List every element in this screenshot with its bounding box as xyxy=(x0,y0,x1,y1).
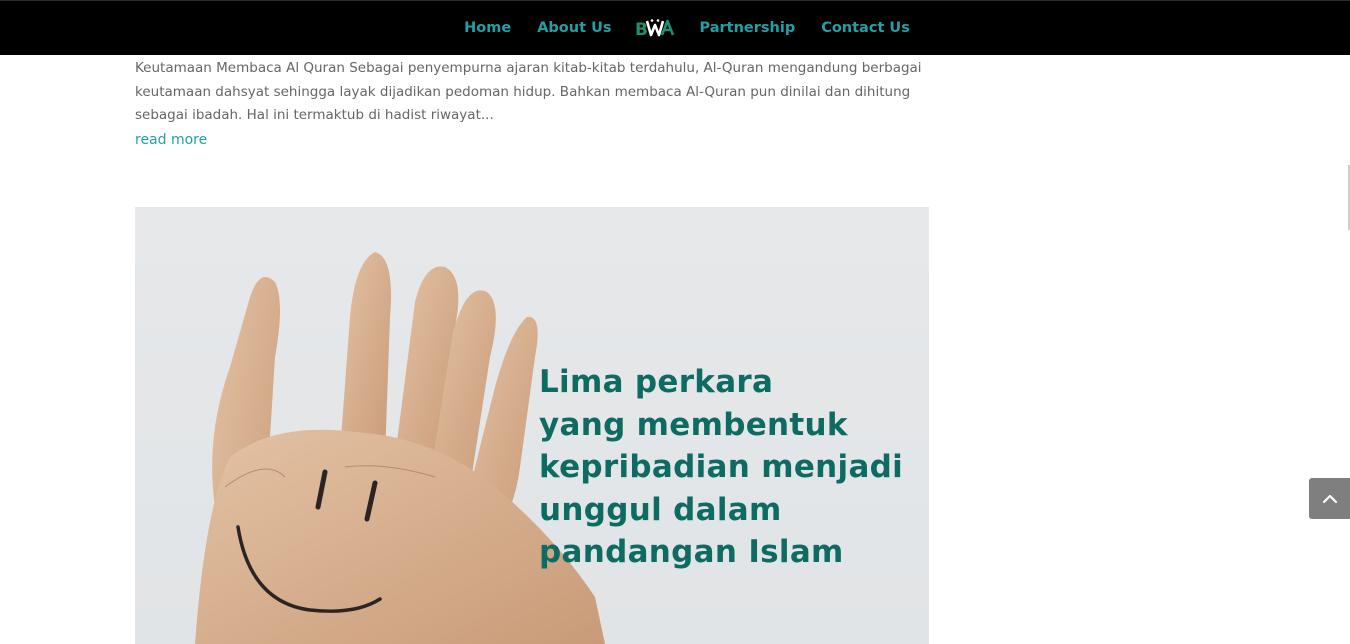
headline-line: pandangan Islam xyxy=(539,534,844,570)
scroll-to-top-button[interactable] xyxy=(1309,478,1350,519)
site-logo[interactable]: B xyxy=(635,16,675,40)
post-excerpt: Keutamaan Membaca Al Quran Sebagai penye… xyxy=(135,60,922,123)
headline-line: yang membentuk xyxy=(539,406,848,443)
image-headline: Lima perkara yang membentuk kepribadian … xyxy=(539,361,903,574)
post-featured-image[interactable]: Lima perkara yang membentuk kepribadian … xyxy=(135,207,929,644)
headline-line: kepribadian menjadi xyxy=(539,449,904,485)
svg-text:B: B xyxy=(635,20,648,38)
nav-home[interactable]: Home xyxy=(464,20,511,36)
read-more-link[interactable]: read more xyxy=(135,128,207,152)
nav-partnership[interactable]: Partnership xyxy=(699,20,795,36)
main-menu: Home About Us B Partnership Contact Us xyxy=(464,16,910,40)
post-excerpt-block: Keutamaan Membaca Al Quran Sebagai penye… xyxy=(135,55,929,152)
nav-contact-us[interactable]: Contact Us xyxy=(821,20,910,36)
headline-line: Lima perkara xyxy=(539,364,774,400)
bwa-logo-icon: B xyxy=(635,19,675,38)
chevron-up-icon xyxy=(1322,494,1337,503)
headline-line: unggul dalam xyxy=(539,491,782,528)
top-navbar: Home About Us B Partnership Contact Us xyxy=(0,0,1350,55)
nav-about-us[interactable]: About Us xyxy=(537,20,611,36)
